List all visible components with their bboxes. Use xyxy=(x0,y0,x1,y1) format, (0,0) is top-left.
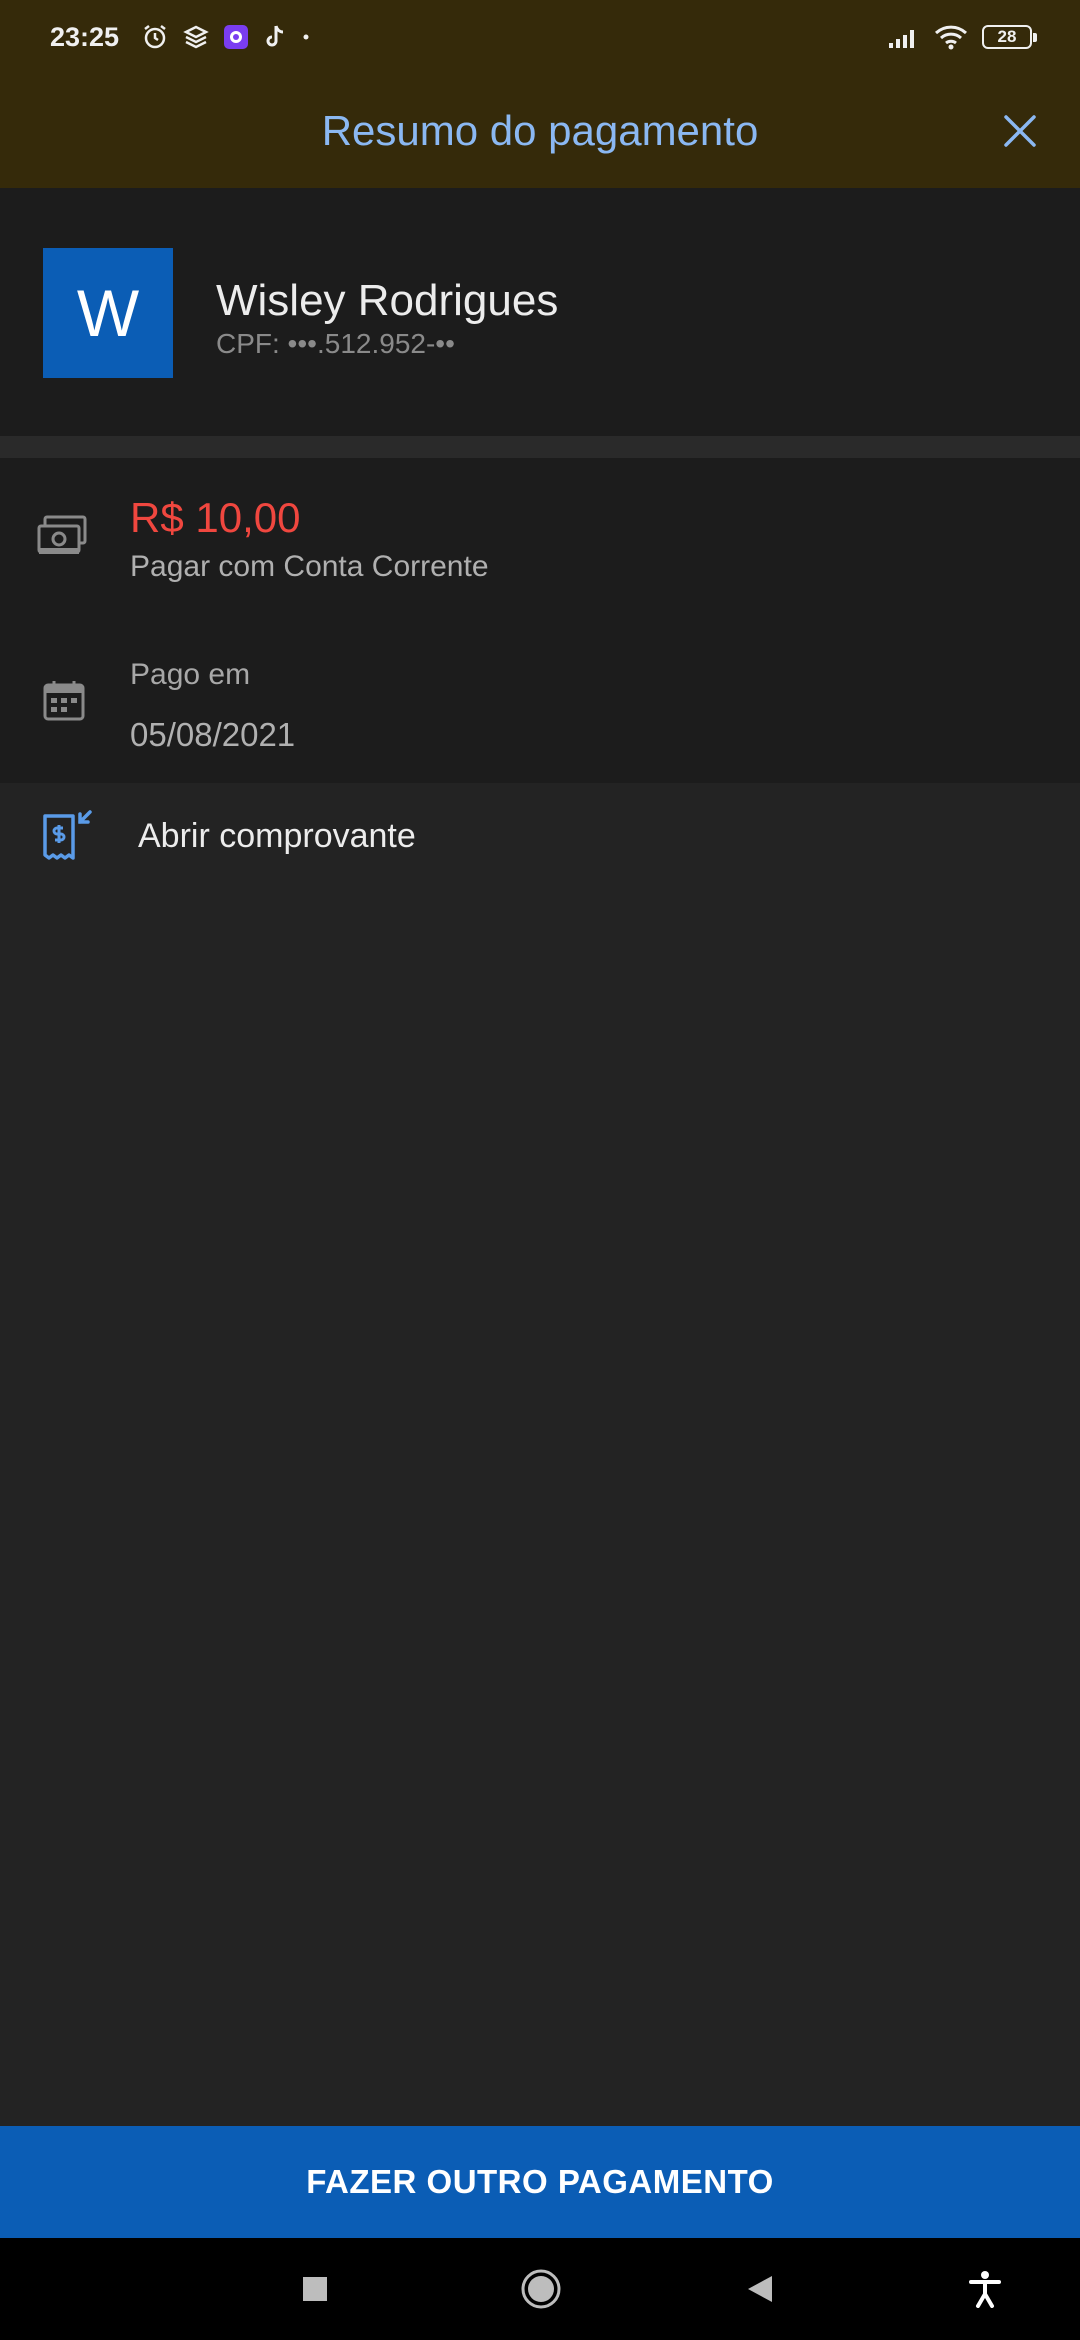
avatar: W xyxy=(43,248,173,378)
home-button[interactable] xyxy=(520,2268,562,2310)
payee-card: W Wisley Rodrigues CPF: •••.512.952-•• xyxy=(0,188,1080,436)
battery-icon: 28 xyxy=(982,25,1037,49)
divider xyxy=(0,436,1080,458)
calendar-icon xyxy=(42,678,86,722)
close-icon xyxy=(1004,115,1036,147)
circle-icon xyxy=(521,2269,561,2309)
payee-cpf: CPF: •••.512.952-•• xyxy=(216,328,455,359)
wifi-icon xyxy=(934,24,968,50)
layers-icon xyxy=(183,24,209,50)
recents-button[interactable] xyxy=(302,2276,328,2302)
accessibility-icon xyxy=(969,2271,1001,2308)
system-nav-bar xyxy=(0,2238,1080,2340)
back-button[interactable] xyxy=(746,2274,774,2304)
app-header: Resumo do pagamento xyxy=(0,74,1080,188)
alarm-icon xyxy=(141,23,169,51)
receipt-icon xyxy=(40,808,96,864)
page-title: Resumo do pagamento xyxy=(321,107,759,154)
open-receipt-button[interactable]: Abrir comprovante xyxy=(0,783,1080,889)
status-icons-right: 28 xyxy=(888,24,1037,50)
status-time: 23:25 xyxy=(50,21,120,52)
status-bar: 23:25 28 xyxy=(0,0,1080,74)
paid-date: 05/08/2021 xyxy=(130,716,296,753)
tiktok-icon xyxy=(263,24,287,50)
cash-icon xyxy=(36,514,88,558)
accessibility-button[interactable] xyxy=(968,2270,1002,2308)
payee-name: Wisley Rodrigues xyxy=(216,276,559,325)
payment-amount: R$ 10,00 xyxy=(130,494,301,541)
dot-icon xyxy=(301,32,311,42)
open-receipt-label: Abrir comprovante xyxy=(138,816,416,855)
app-badge-icon xyxy=(223,24,249,50)
new-payment-button[interactable]: FAZER OUTRO PAGAMENTO xyxy=(0,2126,1080,2238)
close-button[interactable] xyxy=(996,107,1044,155)
back-triangle-icon xyxy=(748,2276,772,2302)
signal-icon xyxy=(888,25,920,49)
payment-method: Pagar com Conta Corrente xyxy=(130,550,489,583)
status-icons-left xyxy=(141,23,311,51)
paid-label: Pago em xyxy=(130,658,251,691)
payment-details: R$ 10,00 Pagar com Conta Corrente Pago e… xyxy=(0,458,1080,783)
square-icon xyxy=(303,2277,327,2301)
